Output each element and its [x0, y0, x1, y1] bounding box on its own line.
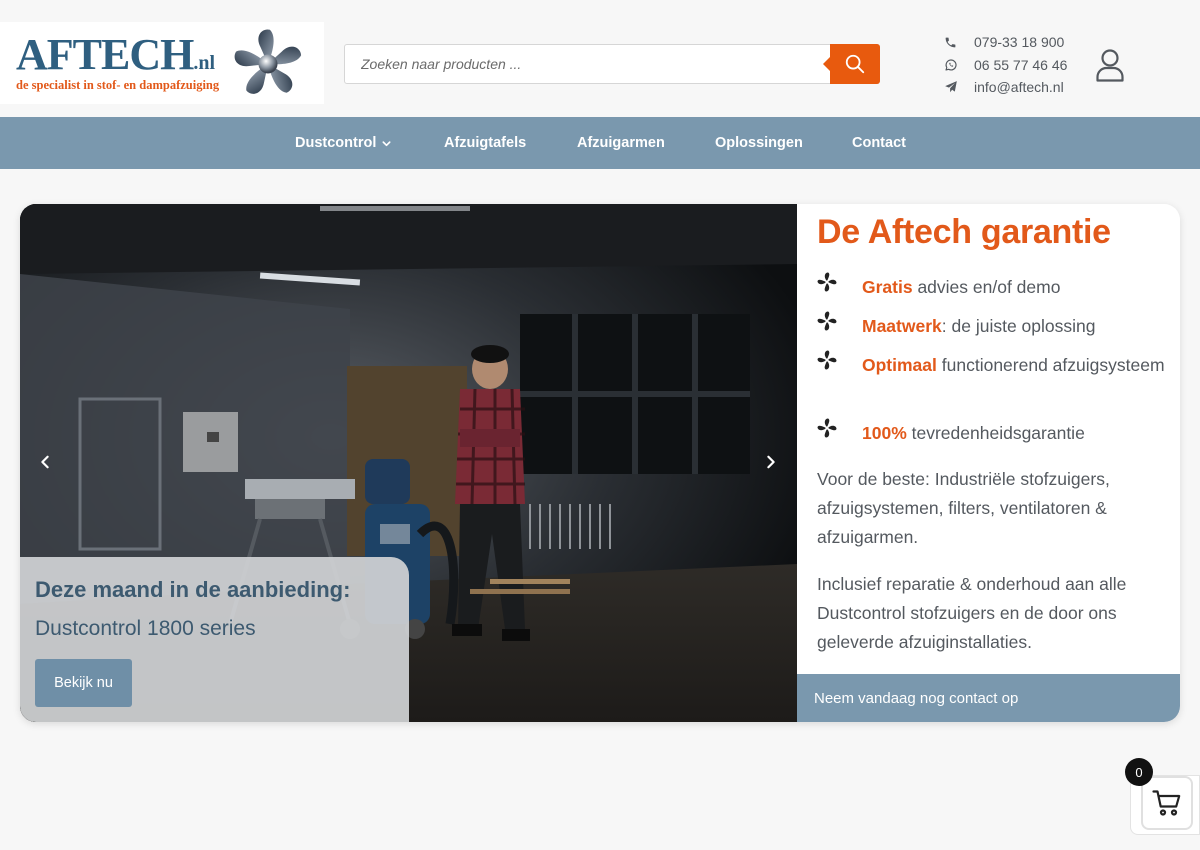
- contact-email[interactable]: info@aftech.nl: [944, 76, 1094, 99]
- feature-highlight: 100%: [862, 423, 907, 443]
- feature-highlight: Optimaal: [862, 355, 937, 375]
- feature-item: Maatwerk: de juiste oplossing: [817, 311, 1167, 342]
- fan-bullet-icon: [817, 418, 837, 438]
- view-offer-button[interactable]: Bekijk nu: [35, 659, 132, 707]
- search-input[interactable]: [345, 45, 829, 83]
- feature-text: tevredenheidsgarantie: [906, 423, 1085, 443]
- search-icon: [845, 54, 865, 74]
- slider-prev-button[interactable]: [33, 450, 57, 474]
- search-button[interactable]: [823, 44, 880, 84]
- chevron-left-icon: [41, 455, 49, 469]
- hero-section: Deze maand in de aanbieding: Dustcontrol…: [20, 204, 1180, 722]
- contact-phone[interactable]: 079-33 18 900: [944, 31, 1094, 54]
- send-icon: [945, 81, 957, 93]
- feature-highlight: Maatwerk: [862, 316, 942, 336]
- feature-item: Optimaal functionerend afzuigsysteem: [817, 350, 1167, 381]
- chevron-right-icon: [767, 455, 775, 469]
- guarantee-title: De Aftech garantie: [817, 213, 1111, 251]
- nav-item-oplossingen[interactable]: Oplossingen: [715, 117, 803, 169]
- feature-item: 100% tevredenheidsgarantie: [817, 418, 1167, 449]
- contact-phone-text: 079-33 18 900: [974, 34, 1065, 51]
- fan-bullet-icon: [817, 350, 837, 370]
- intro-paragraph: Voor de beste: Industriële stofzuigers, …: [817, 469, 1110, 547]
- contact-email-text: info@aftech.nl: [974, 79, 1064, 96]
- product-search: [344, 44, 880, 84]
- promo-subtitle: Dustcontrol 1800 series: [35, 617, 256, 640]
- feature-text: : de juiste oplossing: [941, 316, 1096, 336]
- site-header: AFTECH.nl de specialist in stof- en damp…: [0, 0, 1200, 117]
- whatsapp-icon: [945, 59, 957, 71]
- cart-icon: [1152, 790, 1181, 816]
- logo-tagline: de specialist in stof- en dampafzuiging: [16, 78, 220, 92]
- site-logo[interactable]: AFTECH.nl de specialist in stof- en damp…: [0, 22, 324, 104]
- promo-overlay: Deze maand in de aanbieding: Dustcontrol…: [20, 557, 409, 722]
- nav-label: Dustcontrol: [295, 135, 377, 151]
- contact-cta-button[interactable]: Neem vandaag nog contact op: [797, 674, 1180, 722]
- cart-box: [1141, 776, 1193, 830]
- fan-bullet-icon: [817, 272, 837, 292]
- fan-bullet-icon: [817, 311, 837, 331]
- guarantee-panel: De Aftech garantie Gratis advies en/of d…: [797, 204, 1180, 722]
- promo-title: Deze maand in de aanbieding:: [35, 577, 351, 602]
- nav-item-dustcontrol[interactable]: Dustcontrol: [295, 117, 392, 169]
- contact-whatsapp-text: 06 55 77 46 46: [974, 56, 1068, 73]
- feature-highlight: Gratis: [862, 277, 913, 297]
- contact-list: 079-33 18 900 06 55 77 46 46 info@aftech…: [944, 31, 1094, 99]
- fan-logo-icon: [234, 29, 302, 94]
- feature-item: Gratis advies en/of demo: [817, 272, 1167, 303]
- slider-next-button[interactable]: [759, 450, 783, 474]
- hero-slider: Deze maand in de aanbieding: Dustcontrol…: [20, 204, 797, 722]
- service-paragraph: Inclusief reparatie & onderhoud aan alle…: [817, 574, 1127, 652]
- nav-item-afzuigarmen[interactable]: Afzuigarmen: [577, 117, 665, 169]
- chevron-down-icon: [382, 140, 391, 146]
- cart-count-badge: 0: [1125, 758, 1153, 786]
- nav-item-contact[interactable]: Contact: [852, 117, 906, 169]
- main-navigation: Dustcontrol Afzuigtafels Afzuigarmen Opl…: [0, 117, 1200, 169]
- nav-item-afzuigtafels[interactable]: Afzuigtafels: [444, 117, 526, 169]
- contact-whatsapp[interactable]: 06 55 77 46 46: [944, 54, 1094, 77]
- user-account-icon[interactable]: [1094, 48, 1126, 82]
- feature-text: functionerend afzuigsysteem: [936, 355, 1165, 375]
- phone-icon: [945, 37, 956, 48]
- feature-text: advies en/of demo: [912, 277, 1061, 297]
